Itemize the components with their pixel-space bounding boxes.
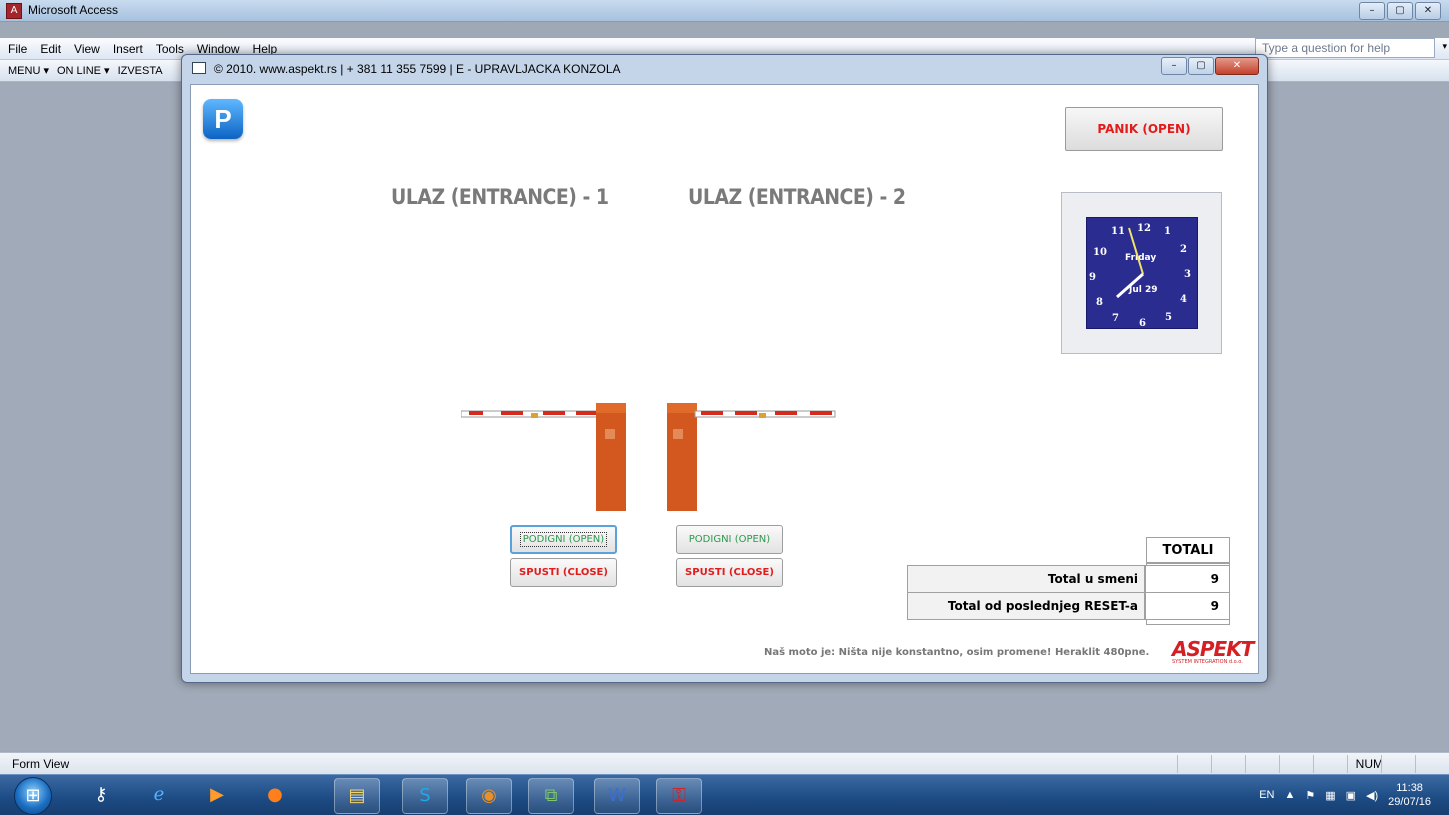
form-window: © 2010. www.aspekt.rs | + 381 11 355 759… bbox=[181, 54, 1268, 683]
form-body: P PANIK (OPEN) ULAZ (ENTRANCE) - 1 ULAZ … bbox=[190, 84, 1259, 674]
internet-explorer-icon[interactable]: ℯ bbox=[136, 778, 182, 814]
form-icon bbox=[192, 62, 206, 74]
taskbar-date: 29/07/16 bbox=[1388, 796, 1431, 808]
firefox-icon[interactable]: ● bbox=[252, 778, 298, 814]
clock-number-8: 8 bbox=[1096, 297, 1103, 308]
panic-open-button[interactable]: PANIK (OPEN) bbox=[1065, 107, 1223, 151]
clock-number-7: 7 bbox=[1112, 313, 1119, 324]
totals-row-shift: Total u smeni 9 bbox=[907, 565, 1230, 593]
media-player-icon[interactable]: ▶ bbox=[194, 778, 240, 814]
total-shift-label: Total u smeni bbox=[907, 565, 1145, 593]
help-search-input[interactable]: Type a question for help bbox=[1255, 38, 1435, 58]
totals-row-reset: Total od poslednjeg RESET-a 9 bbox=[907, 592, 1230, 620]
barrier-gate-2 bbox=[667, 403, 836, 511]
system-tray: EN ▲ ⚑ ▦ ▣ ◀) 11:38 29/07/16 bbox=[1259, 781, 1431, 809]
form-minimize-button[interactable]: – bbox=[1161, 57, 1187, 75]
total-reset-label: Total od poslednjeg RESET-a bbox=[907, 592, 1145, 620]
minimize-button[interactable]: – bbox=[1359, 2, 1385, 20]
aspekt-logo: ASPEKT bbox=[1172, 637, 1254, 661]
form-titlebar: © 2010. www.aspekt.rs | + 381 11 355 759… bbox=[182, 55, 1267, 82]
tray-expand-icon[interactable]: ▲ bbox=[1284, 789, 1295, 801]
gate-1-open-label: PODIGNI (OPEN) bbox=[519, 532, 608, 547]
volume-icon[interactable]: ◀) bbox=[1366, 789, 1378, 802]
menu-insert[interactable]: Insert bbox=[113, 42, 143, 56]
taskbar-clock[interactable]: 11:38 29/07/16 bbox=[1388, 781, 1431, 809]
language-indicator[interactable]: EN bbox=[1259, 789, 1274, 801]
network-app-icon[interactable]: ⧉ bbox=[528, 778, 574, 814]
toolbar-menu-dropdown[interactable]: MENU ▾ bbox=[8, 64, 49, 77]
parking-logo: P bbox=[203, 99, 243, 139]
gate-2-open-button[interactable]: PODIGNI (OPEN) bbox=[676, 525, 783, 554]
windows-taskbar: ⊞ ⚷ ℯ ▶ ● ▤ S ◉ ⧉ W ⚿ EN ▲ ⚑ ▦ ▣ ◀) 11:3… bbox=[0, 774, 1449, 815]
gate-1-open-button[interactable]: PODIGNI (OPEN) bbox=[510, 525, 617, 554]
status-cells bbox=[1177, 755, 1449, 773]
clock-number-9: 9 bbox=[1089, 272, 1096, 283]
form-window-controls: – ▢ ✕ bbox=[1161, 57, 1259, 75]
menu-view[interactable]: View bbox=[74, 42, 100, 56]
keys-app-icon[interactable]: ⚷ bbox=[78, 778, 124, 814]
tray-app-icon[interactable]: ▦ bbox=[1325, 789, 1335, 802]
entrance-2-heading: ULAZ (ENTRANCE) - 2 bbox=[688, 185, 906, 209]
menu-file[interactable]: File bbox=[8, 42, 27, 56]
app-titlebar: A Microsoft Access – ▢ ✕ bbox=[0, 0, 1449, 22]
analog-clock: 12 1 2 3 4 5 6 7 8 9 10 11 Friday Jul 29 bbox=[1089, 223, 1191, 329]
status-bar: Form View NUM bbox=[0, 752, 1449, 774]
network-icon[interactable]: ⚑ bbox=[1305, 789, 1315, 802]
entrance-1-heading: ULAZ (ENTRANCE) - 1 bbox=[391, 185, 609, 209]
access-taskbar-icon[interactable]: ⚿ bbox=[656, 778, 702, 814]
tray-monitor-icon[interactable]: ▣ bbox=[1346, 789, 1356, 802]
clock-number-5: 5 bbox=[1165, 312, 1172, 323]
form-maximize-button[interactable]: ▢ bbox=[1188, 57, 1214, 75]
barrier-gate-1 bbox=[461, 403, 626, 511]
media-app-icon[interactable]: ◉ bbox=[466, 778, 512, 814]
clock-widget: 12 1 2 3 4 5 6 7 8 9 10 11 Friday Jul 29 bbox=[1061, 192, 1222, 354]
close-button[interactable]: ✕ bbox=[1415, 2, 1441, 20]
menu-tools[interactable]: Tools bbox=[156, 42, 184, 56]
access-app-icon: A bbox=[6, 3, 22, 19]
clock-hour-hand bbox=[1128, 227, 1144, 275]
app-title: Microsoft Access bbox=[28, 3, 119, 17]
clock-number-6: 6 bbox=[1139, 318, 1146, 329]
word-icon[interactable]: W bbox=[594, 778, 640, 814]
file-explorer-icon[interactable]: ▤ bbox=[334, 778, 380, 814]
form-close-button[interactable]: ✕ bbox=[1215, 57, 1259, 75]
clock-number-12: 12 bbox=[1137, 223, 1151, 234]
gate-2-close-button[interactable]: SPUSTI (CLOSE) bbox=[676, 558, 783, 587]
menu-edit[interactable]: Edit bbox=[40, 42, 61, 56]
clock-day: Friday bbox=[1125, 253, 1156, 263]
total-shift-value: 9 bbox=[1145, 565, 1230, 593]
totals-header: TOTALI bbox=[1146, 537, 1230, 563]
start-button[interactable]: ⊞ bbox=[14, 777, 52, 815]
aspekt-logo-subtitle: SYSTEM INTEGRATION d.o.o. bbox=[1172, 659, 1243, 665]
form-title: © 2010. www.aspekt.rs | + 381 11 355 759… bbox=[214, 62, 621, 76]
gate-1-close-button[interactable]: SPUSTI (CLOSE) bbox=[510, 558, 617, 587]
total-reset-value: 9 bbox=[1145, 592, 1230, 620]
company-motto: Naš moto je: Ništa nije konstantno, osim… bbox=[764, 647, 1150, 658]
toolbar-online-dropdown[interactable]: ON LINE ▾ bbox=[57, 64, 110, 77]
toolbar-izvestaji[interactable]: IZVESTA bbox=[118, 65, 163, 77]
clock-number-11: 11 bbox=[1111, 226, 1125, 237]
clock-number-2: 2 bbox=[1180, 244, 1187, 255]
app-window-controls: – ▢ ✕ bbox=[1359, 2, 1441, 20]
taskbar-time: 11:38 bbox=[1396, 782, 1423, 794]
maximize-button[interactable]: ▢ bbox=[1387, 2, 1413, 20]
clock-number-3: 3 bbox=[1184, 269, 1191, 280]
clock-date: Jul 29 bbox=[1128, 285, 1158, 295]
status-view-mode: Form View bbox=[12, 757, 70, 771]
clock-face: 12 1 2 3 4 5 6 7 8 9 10 11 Friday Jul 29 bbox=[1086, 217, 1198, 329]
clock-number-1: 1 bbox=[1164, 226, 1171, 237]
skype-icon[interactable]: S bbox=[402, 778, 448, 814]
clock-number-10: 10 bbox=[1093, 247, 1107, 258]
clock-number-4: 4 bbox=[1180, 294, 1187, 305]
chevron-down-icon[interactable]: ▾ bbox=[1442, 42, 1447, 52]
